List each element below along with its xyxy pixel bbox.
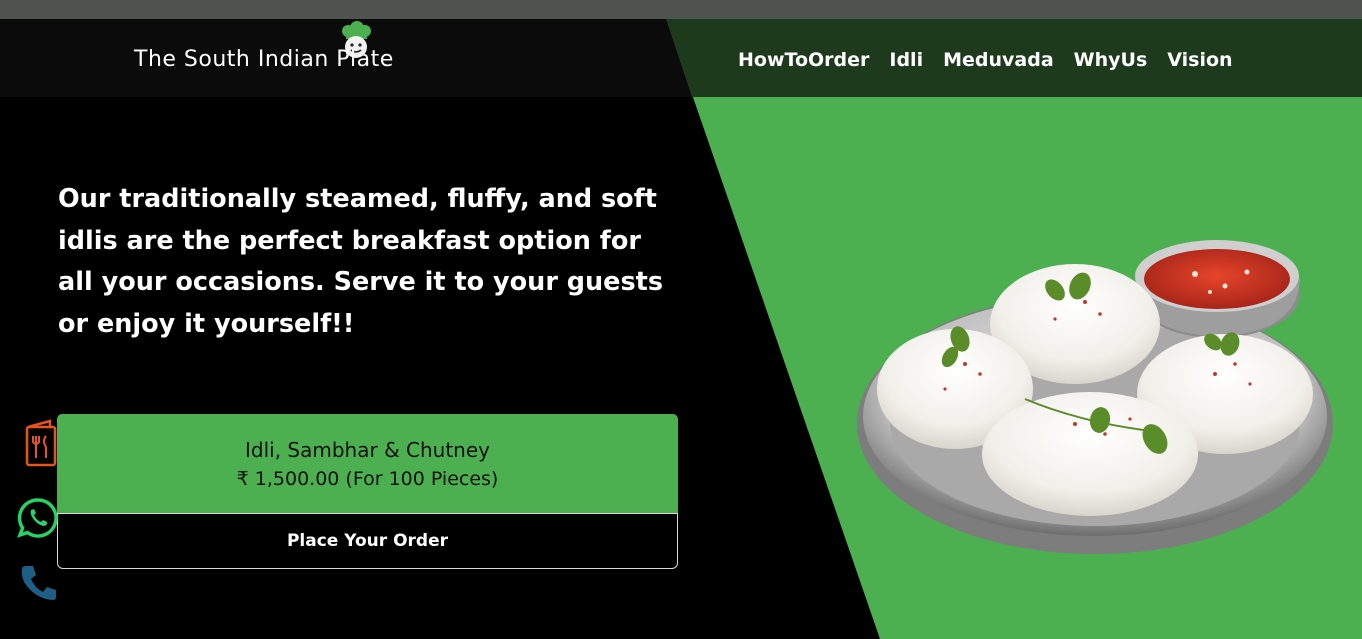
hero-description: Our traditionally steamed, fluffy, and s… [58,184,664,339]
site-logo[interactable]: The South Indian Plate [130,21,450,91]
nav-link-vision[interactable]: Vision [1167,49,1232,71]
navbar: The South Indian Plate HowToOrder Idli M… [0,19,1362,97]
place-order-button[interactable]: Place Your Order [57,513,678,569]
logo-text: The South Indian Plate [134,47,394,72]
nav-link-whyus[interactable]: WhyUs [1074,49,1148,71]
product-info: Idli, Sambhar & Chutney ₹ 1,500.00 (For … [57,414,678,514]
idli-plate-image [857,240,1333,554]
menu-icon[interactable] [24,419,58,467]
hero-section: The South Indian Plate HowToOrder Idli M… [0,19,1362,639]
whatsapp-icon[interactable] [17,497,59,539]
nav-link-meduvada[interactable]: Meduvada [943,49,1054,71]
product-price: ₹ 1,500.00 (For 100 Pieces) [236,468,499,490]
nav-links: HowToOrder Idli Meduvada WhyUs Vision [738,49,1233,71]
product-card: Idli, Sambhar & Chutney ₹ 1,500.00 (For … [57,414,678,569]
nav-link-howtoorder[interactable]: HowToOrder [738,49,869,71]
nav-link-idli[interactable]: Idli [889,49,923,71]
browser-top-strip [0,0,1362,19]
phone-icon[interactable] [20,564,58,602]
product-name: Idli, Sambhar & Chutney [245,438,490,462]
